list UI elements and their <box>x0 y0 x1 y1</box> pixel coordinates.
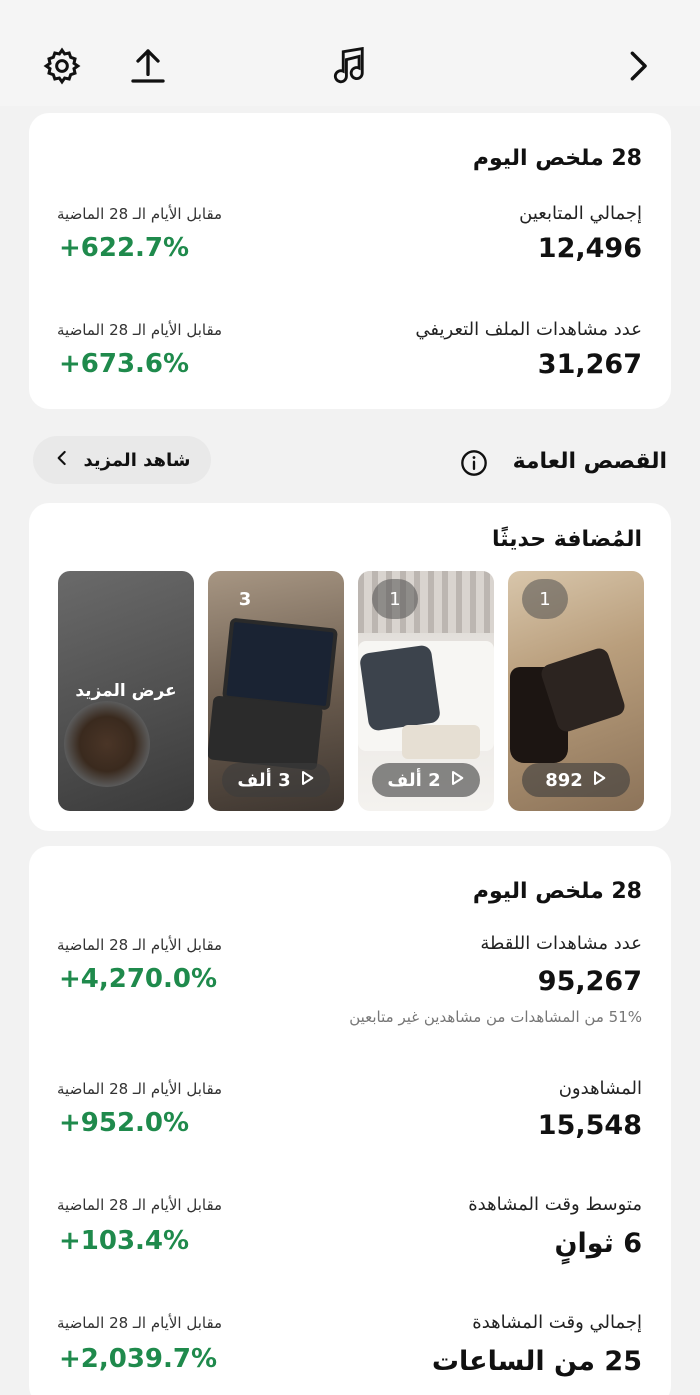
story-thumbnail[interactable]: 1 892 <box>508 571 644 811</box>
story-count-badge: 1 <box>372 579 418 619</box>
metric-sub-non-followers: 51% من المشاهدات من مشاهدين غير متابعين <box>349 1008 642 1026</box>
upload-icon[interactable] <box>126 44 170 88</box>
metric-label-total-watch-time: إجمالي وقت المشاهدة <box>472 1312 642 1333</box>
compare-value-snap-views: +4,270.0% <box>59 964 218 994</box>
story-count-badge: 3 <box>238 588 252 610</box>
play-icon <box>299 769 315 792</box>
play-icon <box>449 769 465 792</box>
compare-value-avg-watch-time: +103.4% <box>59 1226 190 1256</box>
story-views-pill: 2 ألف <box>372 763 480 797</box>
story-thumbnail[interactable]: 1 2 ألف <box>358 571 494 811</box>
metric-label-avg-watch-time: متوسط وقت المشاهدة <box>468 1194 642 1215</box>
story-views-pill: 892 <box>522 763 630 797</box>
card-title: 28 ملخص اليوم <box>472 879 642 904</box>
metric-value-viewers: 15,548 <box>537 1110 642 1141</box>
metric-label-snap-views: عدد مشاهدات اللقطة <box>480 933 642 954</box>
summary-card-followers: 28 ملخص اليوم إجمالي المتابعين 12,496 مق… <box>29 113 671 409</box>
compare-value-followers: +622.7% <box>59 233 190 263</box>
compare-label: مقابل الأيام الـ 28 الماضية <box>57 936 223 954</box>
metric-label-profile-views: عدد مشاهدات الملف التعريفي <box>415 319 642 340</box>
story-views-count: 2 ألف <box>387 769 441 791</box>
compare-value-viewers: +952.0% <box>59 1108 190 1138</box>
compare-value-total-watch-time: +2,039.7% <box>59 1344 218 1374</box>
stories-title: القصص العامة <box>512 449 667 474</box>
see-more-button[interactable]: شاهد المزيد <box>33 436 211 484</box>
music-note-icon[interactable] <box>326 44 370 88</box>
recent-stories-card: المُضافة حديثًا 1 892 1 2 ألف 3 3 ألف عر… <box>29 503 671 831</box>
gear-icon[interactable] <box>40 44 84 88</box>
metric-value-snap-views: 95,267 <box>537 966 642 997</box>
metric-label-viewers: المشاهدون <box>558 1078 642 1099</box>
keyboard-image <box>208 695 324 771</box>
compare-label: مقابل الأيام الـ 28 الماضية <box>57 1080 223 1098</box>
chevron-left-icon <box>54 448 70 472</box>
top-bar <box>0 0 700 106</box>
summary-card-views: 28 ملخص اليوم عدد مشاهدات اللقطة 95,267 … <box>29 846 671 1395</box>
metric-value-followers: 12,496 <box>537 233 642 264</box>
show-more-tile[interactable]: عرض المزيد <box>58 571 194 811</box>
compare-label: مقابل الأيام الـ 28 الماضية <box>57 205 223 223</box>
tablet-image <box>222 617 338 711</box>
metric-value-profile-views: 31,267 <box>537 349 642 380</box>
metric-label-followers: إجمالي المتابعين <box>519 203 642 224</box>
story-count-badge: 1 <box>522 579 568 619</box>
chevron-right-icon[interactable] <box>616 44 660 88</box>
story-views-count: 892 <box>545 769 583 791</box>
pillow-image <box>358 644 442 732</box>
story-views-pill: 3 ألف <box>222 763 330 797</box>
recent-title: المُضافة حديثًا <box>492 527 642 552</box>
story-views-count: 3 ألف <box>237 769 291 791</box>
metric-value-avg-watch-time: 6 ثوانٍ <box>554 1228 642 1259</box>
compare-label: مقابل الأيام الـ 28 الماضية <box>57 1314 223 1332</box>
play-icon <box>591 769 607 792</box>
see-more-label: شاهد المزيد <box>83 449 191 471</box>
compare-label: مقابل الأيام الـ 28 الماضية <box>57 321 223 339</box>
tray-image <box>402 725 480 759</box>
metric-value-total-watch-time: 25 من الساعات <box>431 1346 642 1377</box>
show-more-label: عرض المزيد <box>75 681 177 701</box>
compare-value-profile-views: +673.6% <box>59 349 190 379</box>
card-title: 28 ملخص اليوم <box>472 146 642 171</box>
info-icon[interactable] <box>460 449 488 481</box>
story-thumbnail[interactable]: 3 3 ألف <box>208 571 344 811</box>
plate-image <box>64 701 150 787</box>
stories-header: شاهد المزيد القصص العامة <box>0 436 700 486</box>
compare-label: مقابل الأيام الـ 28 الماضية <box>57 1196 223 1214</box>
